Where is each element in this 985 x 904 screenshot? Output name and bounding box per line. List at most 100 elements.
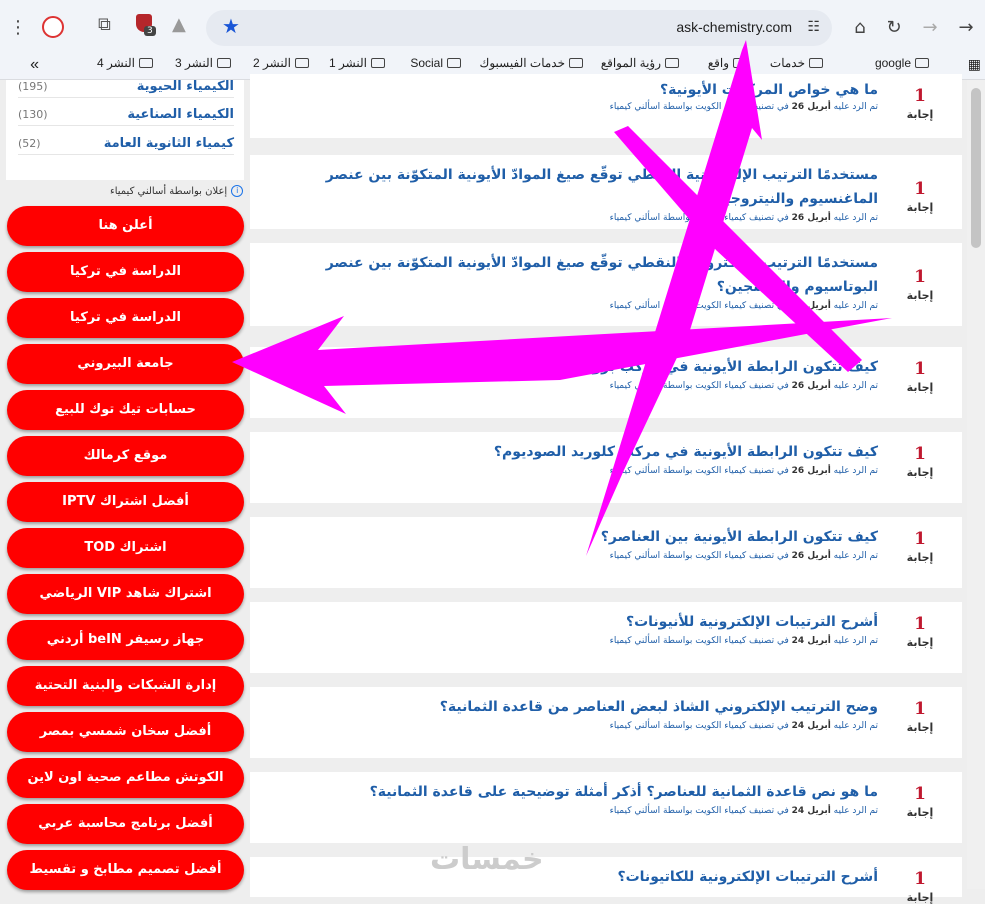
bookmark-item[interactable]: خدمات xyxy=(770,56,823,70)
scrollbar[interactable] xyxy=(967,80,985,889)
question-item: 1 إجابة كيف تتكون الرابطة الأيونية في مركب… xyxy=(250,432,962,503)
meta-category-author[interactable]: في تصنيف كيمياء الكويت بواسطة اسألني كيم… xyxy=(610,301,789,311)
bookmark-star-icon[interactable]: ★ xyxy=(222,14,240,38)
answer-count: 1 إجابة xyxy=(900,179,940,214)
ad-button[interactable]: أفضل اشتراك IPTV xyxy=(7,482,244,522)
meta-category-author[interactable]: في تصنيف كيمياء الكويت بواسطة اسألني كيم… xyxy=(610,381,789,391)
folder-icon xyxy=(569,58,583,68)
meta-date: أبريل 24 xyxy=(791,806,831,816)
home-icon[interactable]: ⌂ xyxy=(846,14,874,42)
meta-category-author[interactable]: في تصنيف كيمياء الكويت بواسطة اسألني كيم… xyxy=(610,213,789,223)
bookmark-item[interactable]: خدمات الفيسبوك xyxy=(479,56,583,70)
answer-count-number: 1 xyxy=(914,614,926,634)
bookmark-item[interactable]: النشر 2 xyxy=(253,56,309,70)
bookmark-item[interactable]: النشر 1 xyxy=(329,56,385,70)
question-title-link[interactable]: وضح الترتيب الإلكتروني الشاذ لبعض العناص… xyxy=(258,695,878,719)
ad-button[interactable]: جامعة البيروني xyxy=(7,344,244,384)
meta-category-author[interactable]: في تصنيف كيمياء الكويت بواسطة اسألني كيم… xyxy=(610,636,789,646)
question-title-link[interactable]: مستخدمًا الترتيب الإلكترونية النقطي توقّ… xyxy=(258,163,878,211)
ad-button[interactable]: حسابات تيك توك للبيع xyxy=(7,390,244,430)
categories-box: الكيمياء الحيوية (195) الكيمياء الصناعية(… xyxy=(6,79,244,180)
reload-icon[interactable]: ↻ xyxy=(880,14,908,42)
meta-category-author[interactable]: في تصنيف كيمياء الكويت بواسطة اسألني كيم… xyxy=(610,102,789,112)
menu-icon[interactable]: ⋮ xyxy=(4,14,32,42)
ad-button[interactable]: أفضل سخان شمسي بمصر xyxy=(7,712,244,752)
ad-button[interactable]: الدراسة في تركيا xyxy=(7,298,244,338)
meta-prefix: تم الرد عليه xyxy=(833,102,878,112)
folder-icon xyxy=(217,58,231,68)
answer-count-label: إجابة xyxy=(906,551,934,564)
question-title-link[interactable]: أشرح الترتيبات الإلكترونية للكاتيونات؟ xyxy=(258,865,878,889)
question-meta: تم الرد عليه أبريل 26 في تصنيف كيمياء ال… xyxy=(258,381,878,391)
answer-count-label: إجابة xyxy=(906,201,934,214)
brave-icon[interactable]: ▲ xyxy=(172,14,186,35)
ad-button[interactable]: اشتراك TOD xyxy=(7,528,244,568)
meta-category-author[interactable]: في تصنيف كيمياء الكويت بواسطة اسألني كيم… xyxy=(610,466,789,476)
answer-count-label: إجابة xyxy=(906,289,934,302)
question-meta: تم الرد عليه أبريل 26 في تصنيف كيمياء ال… xyxy=(258,466,878,476)
ad-button[interactable]: أفضل برنامج محاسبة عربي xyxy=(7,804,244,844)
meta-category-author[interactable]: في تصنيف كيمياء الكويت بواسطة اسألني كيم… xyxy=(610,551,789,561)
question-title-link[interactable]: كيف تتكون الرابطة الأيونية بين العناصر؟ xyxy=(258,525,878,549)
bookmark-item[interactable]: google xyxy=(875,56,929,70)
meta-date: أبريل 24 xyxy=(791,636,831,646)
ad-button[interactable]: إدارة الشبكات والبنية التحتية xyxy=(7,666,244,706)
question-title-link[interactable]: ما هو نص قاعدة الثمانية للعناصر؟ أذكر أم… xyxy=(258,780,878,804)
category-item[interactable]: كيمياء الثانوية العامة (52) xyxy=(18,133,234,155)
info-icon: i xyxy=(231,185,244,197)
bookmark-item[interactable]: رؤية المواقع xyxy=(601,56,679,70)
ad-button[interactable]: الكوتش مطاعم صحية اون لاين xyxy=(7,758,244,798)
question-item: 1 إجابة مستخدمًا الترتيب الإلكترونية النقط… xyxy=(250,155,962,229)
ad-button[interactable]: جهاز رسيفر beIN أردني xyxy=(7,620,244,660)
question-meta: تم الرد عليه أبريل 24 في تصنيف كيمياء ال… xyxy=(258,636,878,646)
profile-extension-icon[interactable] xyxy=(42,16,64,43)
extensions-icon[interactable]: ⧉ xyxy=(98,14,111,35)
apps-icon[interactable]: ▦ xyxy=(968,56,981,73)
back-icon[interactable]: → xyxy=(952,14,980,42)
address-bar[interactable]: ★ ask-chemistry.com ☷ xyxy=(206,10,832,46)
question-item: 1 إجابة ما هو نص قاعدة الثمانية للعناصر؟ أ… xyxy=(250,772,962,843)
answer-count-label: إجابة xyxy=(906,891,934,904)
folder-icon xyxy=(295,58,309,68)
meta-category-author[interactable]: في تصنيف كيمياء الكويت بواسطة اسألني كيم… xyxy=(610,806,789,816)
question-meta: تم الرد عليه أبريل 24 في تصنيف كيمياء ال… xyxy=(258,721,878,731)
question-title-link[interactable]: مستخدمًا الترتيب الإلكترونية النقطي توقّ… xyxy=(258,251,878,299)
meta-category-author[interactable]: في تصنيف كيمياء الكويت بواسطة اسألني كيم… xyxy=(610,721,789,731)
ad-button[interactable]: موقع كرمالك xyxy=(7,436,244,476)
question-title-link[interactable]: ما هي خواص المركبات الأيونية؟ xyxy=(258,78,878,102)
more-bookmarks-icon[interactable]: » xyxy=(30,56,39,74)
meta-date: أبريل 26 xyxy=(791,213,831,223)
answer-count: 1 إجابة xyxy=(900,529,940,564)
answer-count-number: 1 xyxy=(914,359,926,379)
question-title-link[interactable]: كيف تتكون الرابطة الأيونية في مركب برومي… xyxy=(258,355,878,379)
forward-icon[interactable]: → xyxy=(916,14,944,42)
answer-count-number: 1 xyxy=(914,869,926,889)
question-item: 1 إجابة كيف تتكون الرابطة الأيونية في مركب… xyxy=(250,347,962,418)
category-item[interactable]: الكيمياء الصناعية (130) xyxy=(18,104,234,126)
ad-button[interactable]: أفضل تصميم مطابخ و تقسيط xyxy=(7,850,244,890)
site-settings-icon[interactable]: ☷ xyxy=(807,19,820,35)
scrollbar-thumb[interactable] xyxy=(971,88,981,248)
answer-count-number: 1 xyxy=(914,784,926,804)
folder-icon xyxy=(371,58,385,68)
url-text[interactable]: ask-chemistry.com xyxy=(676,19,792,35)
ad-button[interactable]: اشتراك شاهد VIP الرياضي xyxy=(7,574,244,614)
category-item[interactable]: الكيمياء الحيوية (195) xyxy=(18,76,234,98)
shield-extension-icon[interactable]: 3 xyxy=(136,14,156,37)
bookmark-item[interactable]: Social xyxy=(410,56,461,70)
question-title-link[interactable]: أشرح الترتيبات الإلكترونية للأنيونات؟ xyxy=(258,610,878,634)
bookmark-item[interactable]: النشر 4 xyxy=(97,56,153,70)
folder-icon xyxy=(139,58,153,68)
question-item: 1 إجابة مستخدمًا الترتيب الإلكترونية النقط… xyxy=(250,243,962,326)
bookmark-item[interactable]: واقع xyxy=(708,56,747,70)
answer-count: 1 إجابة xyxy=(900,614,940,649)
meta-date: أبريل 26 xyxy=(791,551,831,561)
meta-date: أبريل 24 xyxy=(791,721,831,731)
ad-button[interactable]: الدراسة في تركيا xyxy=(7,252,244,292)
ad-button[interactable]: أعلن هنا xyxy=(7,206,244,246)
answer-count: 1 إجابة xyxy=(900,699,940,734)
answer-count-number: 1 xyxy=(914,267,926,287)
bookmark-item[interactable]: النشر 3 xyxy=(175,56,231,70)
question-title-link[interactable]: كيف تتكون الرابطة الأيونية في مركب كلوري… xyxy=(258,440,878,464)
answer-count-label: إجابة xyxy=(906,466,934,479)
